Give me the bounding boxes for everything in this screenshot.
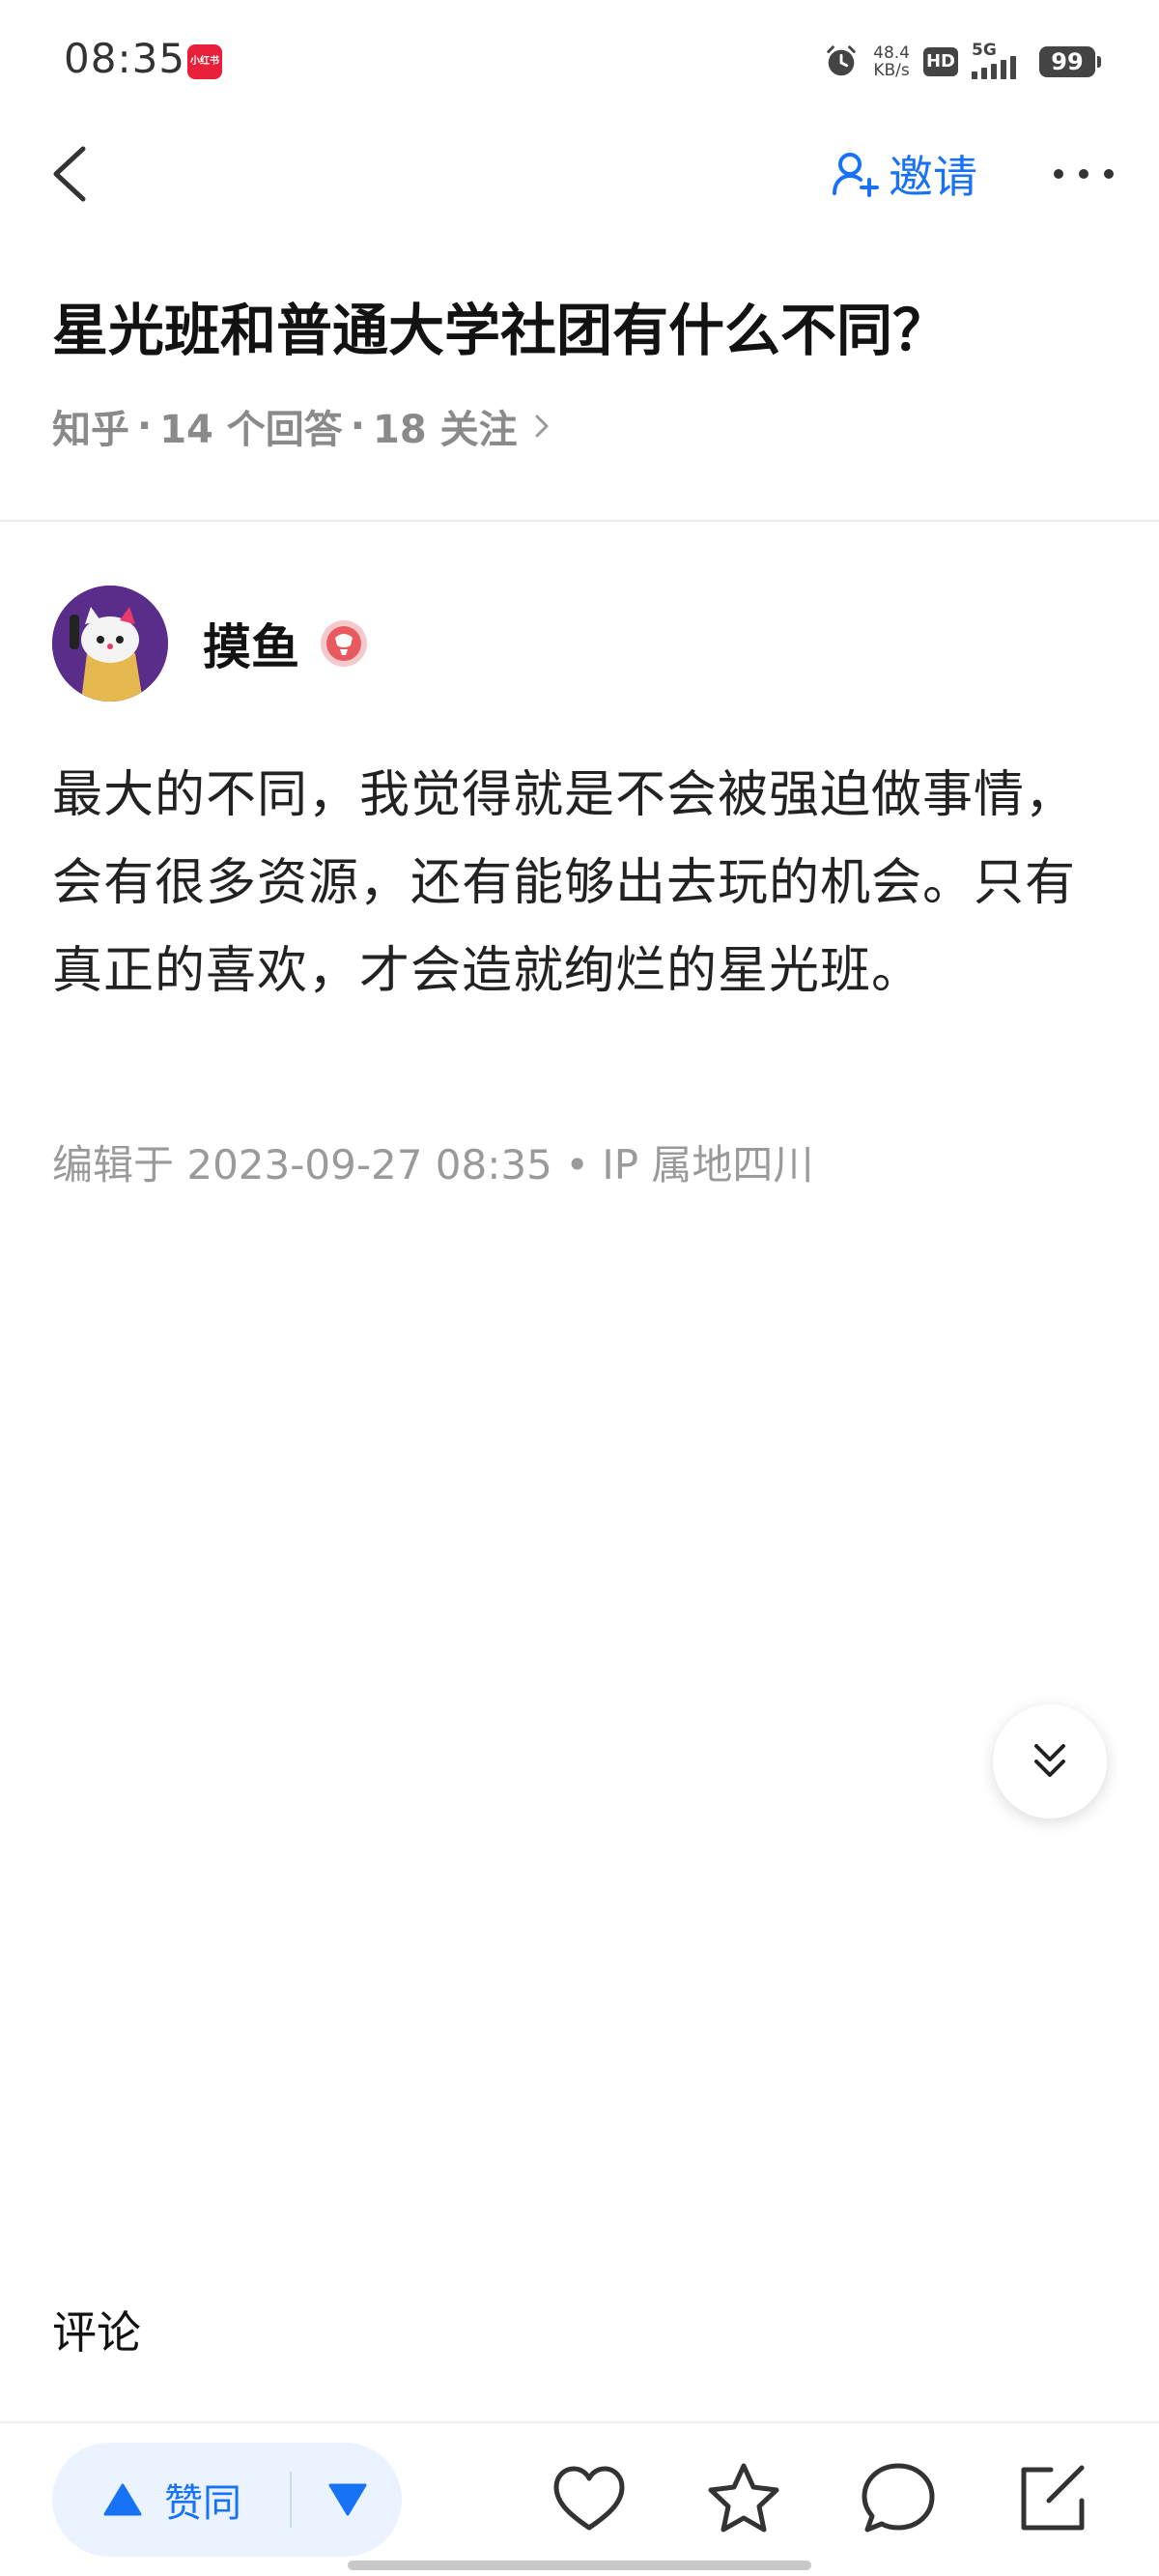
alarm-icon bbox=[827, 45, 856, 76]
edit-button[interactable] bbox=[1004, 2450, 1101, 2547]
like-button[interactable] bbox=[541, 2450, 637, 2547]
status-time: 08:35 bbox=[64, 35, 186, 82]
more-horizontal-icon bbox=[1054, 169, 1114, 179]
answer-meta: 编辑于 2023-09-27 08:35 • IP 属地四川 bbox=[52, 1132, 813, 1191]
upvote-label: 赞同 bbox=[164, 2481, 241, 2526]
avatar[interactable] bbox=[52, 586, 168, 701]
bottom-action-bar: 赞同 bbox=[0, 2421, 1159, 2576]
meta-separator: · bbox=[137, 404, 153, 448]
signal-bars-icon bbox=[972, 56, 1016, 79]
answer-count: 14 个回答 bbox=[159, 408, 343, 452]
answer-content: 最大的不同，我觉得就是不会被强迫做事情，会有很多资源，还有能够出去玩的机会。只有… bbox=[52, 766, 1077, 1000]
hd-badge: HD bbox=[923, 47, 958, 76]
network-speed: 48.4 KB/s bbox=[873, 44, 910, 79]
chevron-left-icon bbox=[53, 146, 86, 202]
home-indicator[interactable] bbox=[348, 2561, 811, 2570]
answer-page: 08:35 小红书 48.4 KB/s HD 5G 99 邀请 星光班和普通大学… bbox=[0, 0, 1159, 2576]
edit-time: 编辑于 2023-09-27 08:35 bbox=[52, 1141, 552, 1188]
network-speed-unit: KB/s bbox=[873, 61, 910, 80]
triangle-up-icon bbox=[103, 2483, 142, 2516]
back-button[interactable] bbox=[41, 135, 108, 213]
network-speed-value: 48.4 bbox=[873, 43, 910, 63]
status-indicators: 48.4 KB/s HD 5G 99 bbox=[823, 39, 1101, 85]
upvote-button[interactable]: 赞同 bbox=[52, 2443, 288, 2557]
follower-count: 18 关注 bbox=[373, 408, 518, 452]
favorite-button[interactable] bbox=[695, 2450, 792, 2547]
question-meta-link[interactable]: 知乎 · 14 个回答 · 18 关注 bbox=[52, 398, 554, 454]
meta-separator: · bbox=[350, 404, 365, 448]
comment-bubble-icon bbox=[862, 2463, 935, 2533]
medal-icon bbox=[321, 620, 367, 667]
avatar-image bbox=[52, 586, 168, 701]
chevron-right-icon bbox=[535, 415, 549, 438]
meta-dot: • bbox=[565, 1141, 589, 1188]
vote-group: 赞同 bbox=[52, 2443, 402, 2557]
section-divider bbox=[0, 520, 1159, 522]
invite-button[interactable]: 邀请 bbox=[831, 143, 977, 205]
add-user-icon bbox=[833, 153, 879, 197]
collapse-button[interactable] bbox=[993, 1704, 1107, 1818]
vote-divider bbox=[290, 2472, 292, 2528]
question-source: 知乎 bbox=[52, 408, 129, 452]
downvote-button[interactable] bbox=[294, 2443, 402, 2557]
triangle-down-icon bbox=[328, 2483, 367, 2516]
more-button[interactable] bbox=[1045, 143, 1122, 205]
author-name[interactable]: 摸鱼 bbox=[203, 609, 299, 678]
comment-button[interactable] bbox=[850, 2450, 947, 2547]
notification-app-icon: 小红书 bbox=[187, 44, 222, 79]
battery-icon: 99 bbox=[1039, 46, 1101, 77]
edit-icon bbox=[1021, 2465, 1085, 2531]
top-nav: 邀请 bbox=[0, 126, 1159, 222]
invite-label: 邀请 bbox=[889, 151, 977, 203]
double-chevron-down-icon bbox=[1034, 1744, 1065, 1777]
author-row: 摸鱼 bbox=[52, 586, 369, 701]
status-bar: 08:35 小红书 48.4 KB/s HD 5G 99 bbox=[0, 0, 1159, 126]
question-title[interactable]: 星光班和普通大学社团有什么不同？ bbox=[52, 292, 1115, 369]
comments-label: 评论 bbox=[52, 2306, 141, 2359]
heart-icon bbox=[553, 2466, 625, 2531]
signal-indicator: 5G bbox=[972, 41, 1026, 81]
star-icon bbox=[708, 2463, 779, 2533]
ip-location: IP 属地四川 bbox=[602, 1141, 814, 1188]
